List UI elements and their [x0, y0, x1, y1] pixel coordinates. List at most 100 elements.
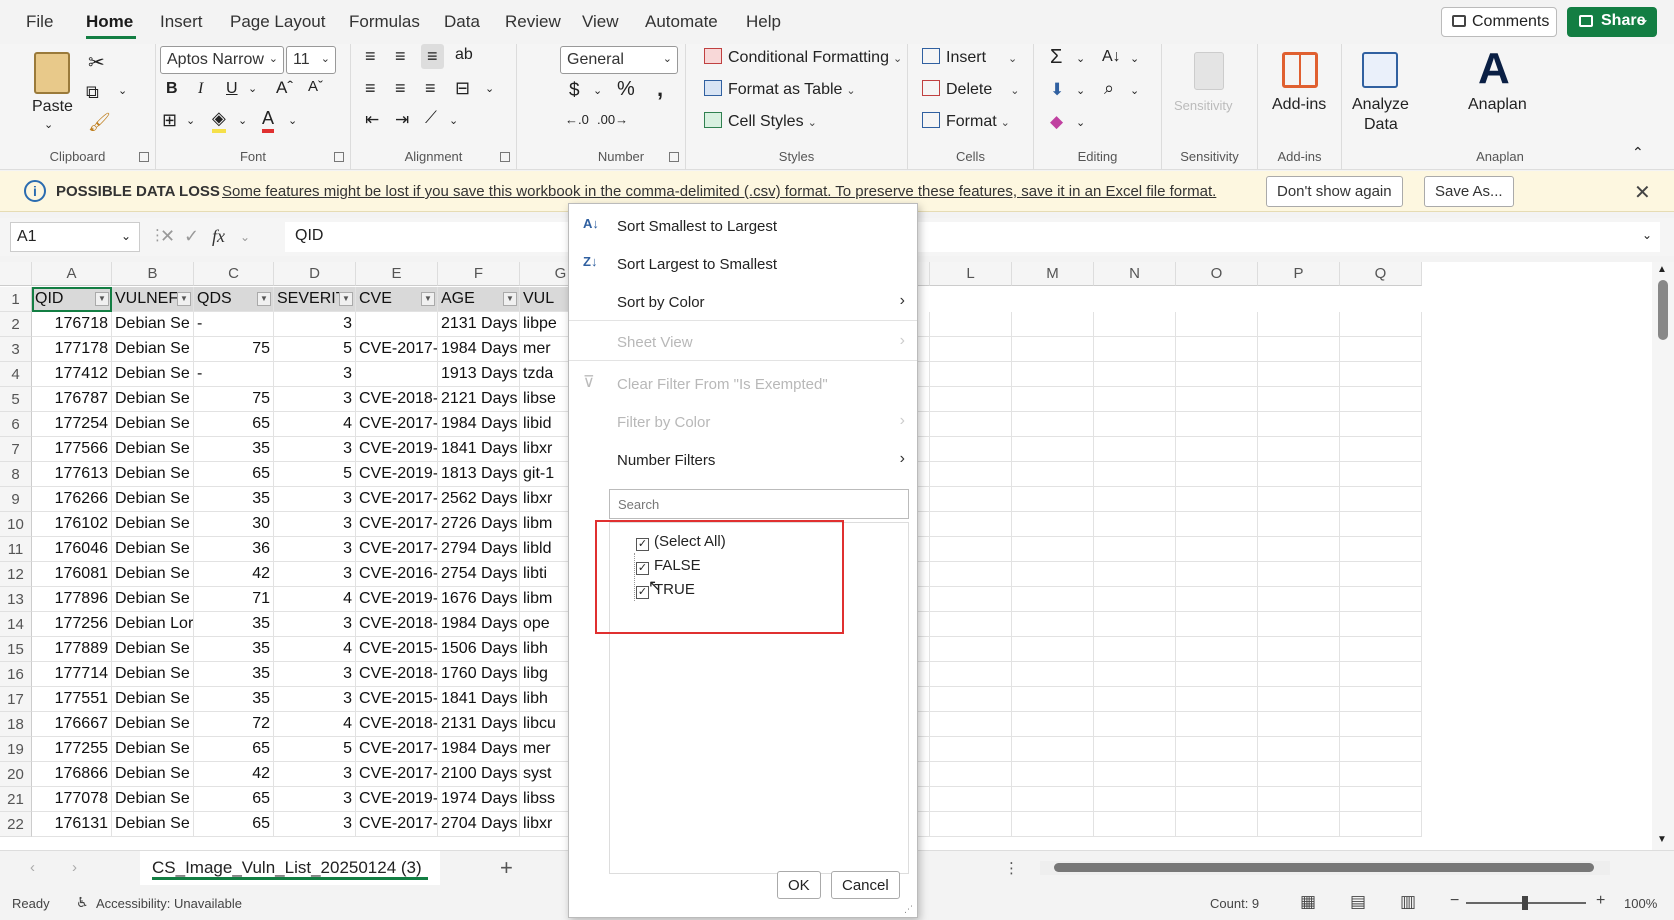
scrollbar-thumb[interactable] — [1658, 280, 1668, 340]
header-cell[interactable]: CVE ▼ — [356, 287, 438, 312]
table-cell[interactable] — [1094, 712, 1176, 737]
sort-largest-to-smallest[interactable]: Sort Largest to Smallest — [617, 256, 777, 273]
table-cell[interactable]: 3 — [274, 787, 356, 812]
table-cell[interactable] — [1258, 437, 1340, 462]
add-sheet-icon[interactable]: + — [500, 855, 513, 881]
table-cell[interactable] — [1094, 537, 1176, 562]
wrap-orientation-icon[interactable]: ab — [455, 46, 473, 64]
row-header[interactable]: 2 — [0, 312, 32, 337]
table-cell[interactable]: CVE-2017- — [356, 512, 438, 537]
table-cell[interactable]: 65 — [194, 737, 274, 762]
table-cell[interactable] — [1340, 312, 1422, 337]
table-cell[interactable]: 3 — [274, 512, 356, 537]
table-cell[interactable] — [930, 537, 1012, 562]
tab-review[interactable]: Review — [505, 12, 561, 32]
table-cell[interactable] — [1340, 487, 1422, 512]
table-cell[interactable]: CVE-2018- — [356, 662, 438, 687]
table-cell[interactable] — [930, 737, 1012, 762]
table-cell[interactable]: Debian Se — [112, 337, 194, 362]
table-cell[interactable] — [1258, 712, 1340, 737]
table-cell[interactable] — [1340, 462, 1422, 487]
filter-dropdown-icon[interactable]: ▼ — [257, 292, 271, 306]
orientation-dropdown-icon[interactable]: ⌄ — [449, 114, 458, 127]
format-cells-button[interactable]: Format ⌄ — [922, 112, 1010, 131]
expand-formula-icon[interactable]: ⌄ — [1642, 228, 1652, 242]
align-center-icon[interactable]: ≡ — [395, 78, 406, 99]
align-bottom-icon[interactable]: ≡ — [421, 44, 444, 69]
table-cell[interactable]: Debian Se — [112, 787, 194, 812]
sort-by-color[interactable]: Sort by Color — [617, 294, 705, 311]
table-cell[interactable] — [930, 612, 1012, 637]
table-cell[interactable] — [1176, 362, 1258, 387]
decrease-decimal-icon[interactable]: .00→ — [597, 112, 628, 127]
table-cell[interactable]: 35 — [194, 662, 274, 687]
table-cell[interactable] — [1340, 737, 1422, 762]
merge-dropdown-icon[interactable]: ⌄ — [485, 82, 494, 95]
table-cell[interactable]: 3 — [274, 612, 356, 637]
tab-insert[interactable]: Insert — [160, 12, 203, 32]
table-cell[interactable]: CVE-2017- — [356, 737, 438, 762]
table-cell[interactable]: 3 — [274, 387, 356, 412]
table-cell[interactable]: - — [194, 312, 274, 337]
table-cell[interactable]: Debian Se — [112, 737, 194, 762]
table-cell[interactable] — [1094, 587, 1176, 612]
table-cell[interactable]: 30 — [194, 512, 274, 537]
chevron-down-icon[interactable]: ⌄ — [240, 230, 250, 244]
table-cell[interactable] — [1176, 587, 1258, 612]
header-cell[interactable]: VULNEF ▼ — [112, 287, 194, 312]
copy-icon[interactable]: ⧉ — [86, 82, 99, 103]
table-cell[interactable] — [1094, 437, 1176, 462]
table-cell[interactable]: 35 — [194, 637, 274, 662]
table-cell[interactable]: 1760 Days — [438, 662, 520, 687]
table-cell[interactable]: 177896 — [32, 587, 112, 612]
table-cell[interactable] — [1176, 637, 1258, 662]
table-cell[interactable] — [1176, 537, 1258, 562]
table-cell[interactable]: 36 — [194, 537, 274, 562]
table-cell[interactable]: CVE-2019- — [356, 787, 438, 812]
table-cell[interactable] — [1340, 687, 1422, 712]
row-header[interactable]: 7 — [0, 437, 32, 462]
table-cell[interactable] — [1176, 687, 1258, 712]
table-cell[interactable] — [1176, 762, 1258, 787]
table-cell[interactable] — [930, 587, 1012, 612]
underline-icon[interactable]: U — [226, 80, 238, 98]
table-cell[interactable] — [1094, 462, 1176, 487]
format-as-table-button[interactable]: Format as Table ⌄ — [704, 80, 856, 99]
number-expand-icon[interactable] — [669, 152, 679, 162]
autosum-dropdown-icon[interactable]: ⌄ — [1076, 52, 1085, 65]
table-cell[interactable] — [1094, 637, 1176, 662]
table-cell[interactable]: 176102 — [32, 512, 112, 537]
table-cell[interactable]: 1984 Days — [438, 412, 520, 437]
table-cell[interactable] — [1340, 437, 1422, 462]
table-cell[interactable]: 35 — [194, 612, 274, 637]
table-cell[interactable]: CVE-2016- — [356, 562, 438, 587]
filter-dropdown-icon[interactable]: ▼ — [421, 292, 435, 306]
row-header[interactable]: 11 — [0, 537, 32, 562]
table-cell[interactable] — [1094, 787, 1176, 812]
fill-dropdown-icon[interactable]: ⌄ — [1076, 84, 1085, 97]
table-cell[interactable] — [1094, 387, 1176, 412]
font-size-select[interactable]: 11 ⌄ — [286, 46, 336, 74]
align-top-icon[interactable]: ≡ — [365, 46, 376, 67]
table-cell[interactable]: CVE-2018- — [356, 712, 438, 737]
table-cell[interactable]: Debian Se — [112, 487, 194, 512]
table-cell[interactable] — [1176, 712, 1258, 737]
table-cell[interactable]: Debian Se — [112, 587, 194, 612]
conditional-formatting-button[interactable]: Conditional Formatting ⌄ — [704, 48, 902, 67]
add-ins-button[interactable]: Add-ins — [1272, 96, 1326, 114]
table-cell[interactable]: Debian Se — [112, 362, 194, 387]
percent-icon[interactable]: % — [617, 78, 635, 101]
table-cell[interactable]: CVE-2017- — [356, 337, 438, 362]
find-dropdown-icon[interactable]: ⌄ — [1130, 84, 1139, 97]
table-cell[interactable] — [1012, 687, 1094, 712]
accessibility-icon[interactable]: ♿ — [76, 894, 89, 911]
column-header[interactable]: A — [32, 262, 112, 286]
table-cell[interactable]: 2704 Days — [438, 812, 520, 837]
align-left-icon[interactable]: ≡ — [365, 78, 376, 99]
comments-button[interactable]: Comments — [1441, 7, 1557, 37]
autosum-icon[interactable]: Σ — [1050, 46, 1062, 69]
table-cell[interactable]: CVE-2019- — [356, 437, 438, 462]
table-cell[interactable]: 71 — [194, 587, 274, 612]
table-cell[interactable] — [1012, 762, 1094, 787]
row-header[interactable]: 8 — [0, 462, 32, 487]
